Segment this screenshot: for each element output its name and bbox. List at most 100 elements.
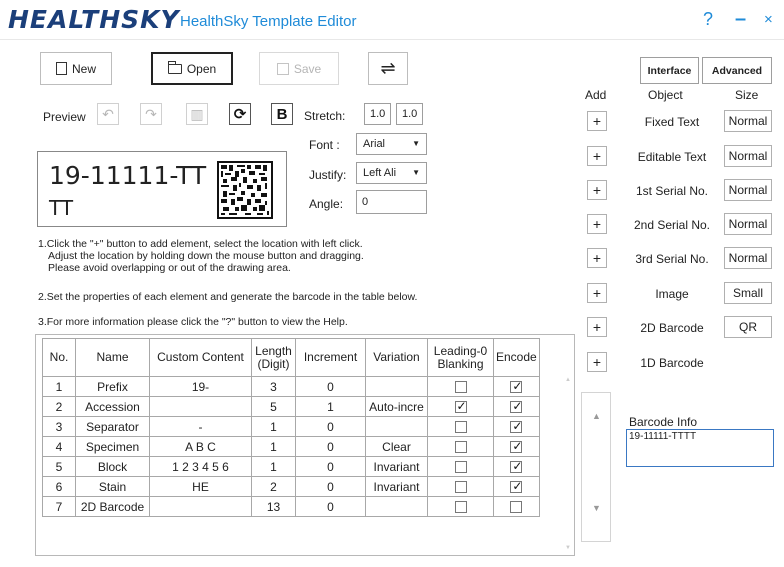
object-size-button[interactable]: Normal bbox=[724, 110, 772, 132]
cell-no[interactable]: 3 bbox=[42, 416, 76, 437]
add-object-button[interactable]: + bbox=[587, 352, 607, 372]
encode-checkbox[interactable] bbox=[510, 379, 522, 394]
table-row[interactable]: 3 Separator -1 0 bbox=[42, 416, 540, 437]
cell-length[interactable]: 3 bbox=[251, 376, 296, 397]
open-button[interactable]: Open bbox=[151, 52, 233, 85]
swap-button[interactable]: ⇌ bbox=[368, 52, 408, 85]
cell-custom-content[interactable]: 19- bbox=[149, 376, 252, 397]
cell-length[interactable]: 1 bbox=[251, 416, 296, 437]
redo-button[interactable]: ↷ bbox=[140, 103, 162, 125]
stretch-y-input[interactable]: 1.0 bbox=[396, 103, 423, 125]
leading-checkbox[interactable] bbox=[454, 501, 467, 514]
cell-length[interactable]: 5 bbox=[251, 396, 296, 417]
cell-variation[interactable]: Invariant bbox=[365, 456, 428, 477]
cell-length[interactable]: 13 bbox=[251, 496, 296, 517]
cell-custom-content[interactable] bbox=[149, 396, 252, 417]
minimize-button[interactable]: – bbox=[735, 8, 746, 31]
cell-name[interactable]: Accession bbox=[75, 396, 150, 417]
leading-checkbox[interactable] bbox=[454, 399, 467, 414]
cell-no[interactable]: 4 bbox=[42, 436, 76, 457]
object-size-button[interactable]: Normal bbox=[724, 247, 772, 269]
cell-length[interactable]: 1 bbox=[251, 456, 296, 477]
cell-increment[interactable]: 0 bbox=[295, 436, 366, 457]
angle-input[interactable]: 0 bbox=[356, 190, 427, 214]
cell-custom-content[interactable]: 1 2 3 4 5 6 bbox=[149, 456, 252, 477]
cell-custom-content[interactable]: HE bbox=[149, 476, 252, 497]
cell-variation[interactable]: Invariant bbox=[365, 476, 428, 497]
encode-checkbox[interactable] bbox=[510, 479, 522, 494]
cell-increment[interactable]: 1 bbox=[295, 396, 366, 417]
table-row[interactable]: 2 Accession 5 1 Auto-incre bbox=[42, 396, 540, 417]
stretch-x-input[interactable]: 1.0 bbox=[364, 103, 391, 125]
add-object-button[interactable]: + bbox=[587, 214, 607, 234]
cell-increment[interactable]: 0 bbox=[295, 476, 366, 497]
table-row[interactable]: 7 2D Barcode 13 0 bbox=[42, 496, 540, 517]
font-select[interactable]: Arial ▼ bbox=[356, 133, 427, 155]
add-object-button[interactable]: + bbox=[587, 111, 607, 131]
leading-checkbox[interactable] bbox=[454, 441, 467, 454]
scroll-up-icon[interactable]: ▲ bbox=[592, 411, 601, 421]
cell-name[interactable]: Specimen bbox=[75, 436, 150, 457]
table-row[interactable]: 4 Specimen A B C 1 0 Clear bbox=[42, 436, 540, 457]
cell-increment[interactable]: 0 bbox=[295, 376, 366, 397]
tab-interface[interactable]: Interface bbox=[640, 57, 699, 84]
cell-custom-content[interactable] bbox=[149, 496, 252, 517]
tab-advanced[interactable]: Advanced bbox=[702, 57, 772, 84]
close-button[interactable]: × bbox=[764, 11, 773, 28]
qr-code-image[interactable] bbox=[217, 161, 273, 219]
cell-no[interactable]: 2 bbox=[42, 396, 76, 417]
delete-button[interactable]: ▥ bbox=[186, 103, 208, 125]
preview-text-line2[interactable]: TT bbox=[49, 196, 73, 220]
barcode-info-field[interactable]: 19-11111-TTTT bbox=[626, 429, 774, 467]
preview-text-line1[interactable]: 19-11111-TT bbox=[49, 161, 206, 190]
object-list-scrollbar[interactable]: ▲ ▼ bbox=[581, 392, 611, 542]
table-row[interactable]: 5 Block 1 2 3 4 5 6 1 0 Invariant bbox=[42, 456, 540, 477]
new-button[interactable]: New bbox=[40, 52, 112, 85]
refresh-button[interactable]: ⟳ bbox=[229, 103, 251, 125]
table-row[interactable]: 6 Stain HE 2 0 Invariant bbox=[42, 476, 540, 497]
table-row[interactable]: 1 Prefix 19- 3 0 bbox=[42, 376, 540, 397]
cell-increment[interactable]: 0 bbox=[295, 416, 366, 437]
justify-select[interactable]: Left Ali ▼ bbox=[356, 162, 427, 184]
undo-button[interactable]: ↶ bbox=[97, 103, 119, 125]
bold-button[interactable]: B bbox=[271, 103, 293, 125]
table-scroll-up-icon[interactable]: ▲ bbox=[565, 377, 571, 383]
table-scroll-down-icon[interactable]: ▼ bbox=[565, 545, 571, 551]
cell-variation[interactable] bbox=[365, 376, 428, 397]
save-button[interactable]: Save bbox=[259, 52, 339, 85]
leading-checkbox[interactable] bbox=[454, 421, 467, 434]
cell-name[interactable]: Stain bbox=[75, 476, 150, 497]
encode-checkbox[interactable] bbox=[510, 459, 522, 474]
object-size-button[interactable]: Normal bbox=[724, 179, 772, 201]
cell-variation[interactable] bbox=[365, 416, 428, 437]
cell-variation[interactable] bbox=[365, 496, 428, 517]
cell-custom-content[interactable]: - bbox=[149, 416, 252, 437]
leading-checkbox[interactable] bbox=[454, 461, 467, 474]
help-button[interactable]: ? bbox=[703, 9, 713, 30]
object-size-button[interactable]: QR bbox=[724, 316, 772, 338]
object-size-button[interactable]: Small bbox=[724, 282, 772, 304]
cell-no[interactable]: 6 bbox=[42, 476, 76, 497]
cell-length[interactable]: 2 bbox=[251, 476, 296, 497]
add-object-button[interactable]: + bbox=[587, 283, 607, 303]
cell-variation[interactable]: Auto-incre bbox=[365, 396, 428, 417]
leading-checkbox[interactable] bbox=[454, 481, 467, 494]
cell-no[interactable]: 5 bbox=[42, 456, 76, 477]
encode-checkbox[interactable] bbox=[510, 439, 522, 454]
encode-checkbox[interactable] bbox=[510, 501, 523, 514]
label-preview-canvas[interactable]: 19-11111-TT TT bbox=[37, 151, 287, 227]
cell-no[interactable]: 1 bbox=[42, 376, 76, 397]
leading-checkbox[interactable] bbox=[454, 381, 467, 394]
add-object-button[interactable]: + bbox=[587, 180, 607, 200]
cell-variation[interactable]: Clear bbox=[365, 436, 428, 457]
cell-name[interactable]: Separator bbox=[75, 416, 150, 437]
cell-name[interactable]: Block bbox=[75, 456, 150, 477]
encode-checkbox[interactable] bbox=[510, 399, 522, 414]
cell-increment[interactable]: 0 bbox=[295, 456, 366, 477]
cell-name[interactable]: 2D Barcode bbox=[75, 496, 150, 517]
cell-increment[interactable]: 0 bbox=[295, 496, 366, 517]
scroll-down-icon[interactable]: ▼ bbox=[592, 503, 601, 513]
cell-custom-content[interactable]: A B C bbox=[149, 436, 252, 457]
cell-length[interactable]: 1 bbox=[251, 436, 296, 457]
add-object-button[interactable]: + bbox=[587, 317, 607, 337]
